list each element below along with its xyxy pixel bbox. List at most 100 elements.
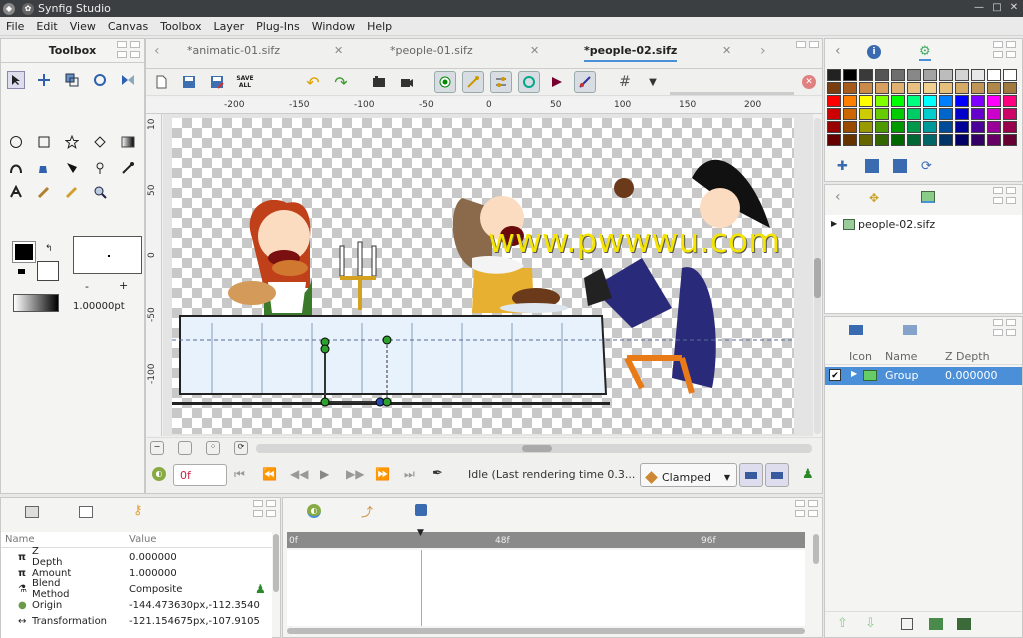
tab-scroll-right-icon[interactable]: › — [760, 43, 766, 59]
next-keyframe-icon[interactable]: ⏩ — [375, 467, 390, 481]
palette-swatch[interactable] — [875, 95, 889, 107]
palette-swatch[interactable] — [971, 69, 985, 81]
canvas-file-name[interactable]: people-02.sifz — [858, 218, 935, 231]
palette-swatch[interactable] — [971, 82, 985, 94]
canvas-browser-tab-icon[interactable] — [921, 191, 935, 203]
zoom-out-icon[interactable]: − — [150, 441, 164, 455]
rectangle-tool-icon[interactable] — [35, 133, 53, 151]
palette-swatch[interactable] — [939, 108, 953, 120]
scrollbar-thumb[interactable] — [522, 445, 552, 452]
preview-icon[interactable] — [396, 71, 418, 93]
palette-swatch[interactable] — [859, 134, 873, 146]
palette-swatch[interactable] — [891, 69, 905, 81]
navigator-tab-icon[interactable]: ✥ — [869, 191, 879, 205]
gradient-tool-icon[interactable] — [119, 133, 137, 151]
palette-swatch[interactable] — [859, 108, 873, 120]
render-pen-icon[interactable]: ✒ — [432, 466, 443, 481]
toolbar-dropdown-icon[interactable]: ▼ — [642, 71, 664, 93]
smooth-move-tool-icon[interactable] — [35, 71, 53, 89]
palette-swatch[interactable] — [875, 121, 889, 133]
panel-grip[interactable] — [117, 51, 144, 63]
polygon-tool-icon[interactable] — [91, 133, 109, 151]
circle-tool-icon[interactable] — [7, 133, 25, 151]
lower-layer-icon[interactable]: ⇩ — [865, 616, 876, 631]
horizontal-scrollbar[interactable] — [256, 444, 812, 453]
time-ruler[interactable]: 0f 48f 96f ▼ — [287, 528, 805, 548]
palette-swatch[interactable] — [971, 95, 985, 107]
redo-icon[interactable]: ↷ — [330, 71, 352, 93]
palette-swatch[interactable] — [843, 108, 857, 120]
static-figure-icon[interactable]: ♟ — [255, 582, 266, 596]
play-icon[interactable]: ▶ — [320, 467, 329, 481]
duplicate-layer-icon[interactable] — [901, 618, 913, 630]
panel-grip[interactable] — [796, 41, 823, 53]
param-value[interactable]: 1.000000 — [129, 568, 177, 579]
save-palette-icon[interactable] — [893, 159, 907, 173]
palette-swatch[interactable] — [875, 134, 889, 146]
scale-tool-icon[interactable] — [63, 71, 81, 89]
expand-arrow-icon[interactable]: ▶ — [851, 369, 857, 378]
col-zdepth[interactable]: Z Depth — [945, 350, 990, 363]
panel-grip[interactable] — [253, 510, 280, 522]
close-window-button[interactable]: ✕ — [1007, 1, 1021, 15]
palette-swatch[interactable] — [1003, 82, 1017, 94]
palette-swatch[interactable] — [987, 82, 1001, 94]
palette-swatch[interactable] — [987, 108, 1001, 120]
toggle-width-ducks-icon[interactable] — [546, 71, 568, 93]
palette-swatch[interactable] — [827, 69, 841, 81]
timetrack-hscrollbar[interactable] — [287, 628, 805, 634]
palette-swatch[interactable] — [859, 82, 873, 94]
default-colors-icon[interactable] — [18, 269, 25, 274]
palette-swatch[interactable] — [923, 134, 937, 146]
palette-swatch[interactable] — [923, 69, 937, 81]
palette-swatch[interactable] — [1003, 134, 1017, 146]
refresh-palette-icon[interactable]: ⟳ — [921, 159, 932, 174]
palette-swatch[interactable] — [907, 69, 921, 81]
palette-swatch[interactable] — [907, 95, 921, 107]
bone-tool-icon[interactable] — [91, 159, 109, 177]
param-value[interactable]: Composite — [129, 584, 182, 595]
eyedropper-tool-icon[interactable] — [119, 159, 137, 177]
palette-swatch[interactable] — [1003, 95, 1017, 107]
gradient-swatch[interactable] — [13, 294, 59, 312]
col-icon[interactable]: Icon — [849, 350, 872, 363]
keyframes-tab-icon[interactable] — [79, 506, 93, 518]
col-param-value[interactable]: Value — [129, 534, 156, 545]
palette-swatch[interactable] — [923, 82, 937, 94]
palette-swatch[interactable] — [843, 95, 857, 107]
close-tab-icon[interactable]: ✕ — [530, 44, 539, 57]
palette-swatch[interactable] — [891, 121, 905, 133]
palette-swatch[interactable] — [891, 95, 905, 107]
save-as-icon[interactable] — [206, 71, 228, 93]
palette-swatch[interactable] — [1003, 69, 1017, 81]
palette-swatch[interactable] — [907, 134, 921, 146]
grid-icon[interactable]: # — [614, 71, 636, 93]
palette-swatch[interactable] — [939, 134, 953, 146]
layer-row[interactable]: ✔ ▶ Group 0.000000 — [825, 367, 1022, 385]
palette-swatch[interactable] — [1003, 108, 1017, 120]
interpolation-dropdown[interactable]: Clamped ▼ — [640, 463, 737, 487]
palette-swatch[interactable] — [907, 121, 921, 133]
timetrack-area[interactable] — [287, 550, 805, 626]
palette-swatch[interactable] — [843, 121, 857, 133]
palette-swatch[interactable] — [843, 82, 857, 94]
palette-swatch[interactable] — [955, 134, 969, 146]
palette-swatch[interactable] — [827, 121, 841, 133]
toggle-angle-ducks-icon[interactable] — [574, 71, 596, 93]
maximize-button[interactable]: □ — [990, 1, 1004, 15]
outline-color-swatch[interactable] — [12, 241, 36, 263]
tab-scroll-left-icon[interactable]: ‹ — [154, 43, 160, 59]
layer-name[interactable]: Group — [885, 369, 919, 382]
fill-color-swatch[interactable] — [37, 261, 59, 281]
palette-swatch[interactable] — [907, 108, 921, 120]
palette-swatch[interactable] — [1003, 121, 1017, 133]
panel-back-icon[interactable]: ‹ — [835, 43, 841, 59]
param-value[interactable]: 0.000000 — [129, 552, 177, 563]
palette-swatch[interactable] — [827, 134, 841, 146]
seek-end-icon[interactable]: ⏭ — [404, 467, 415, 482]
mirror-tool-icon[interactable] — [119, 71, 137, 89]
import-palette-icon[interactable] — [865, 159, 879, 173]
prev-frame-icon[interactable]: ◀◀ — [290, 467, 308, 481]
palette-swatch[interactable] — [987, 69, 1001, 81]
param-value[interactable]: -121.154675px,-107.9105 — [129, 616, 260, 627]
